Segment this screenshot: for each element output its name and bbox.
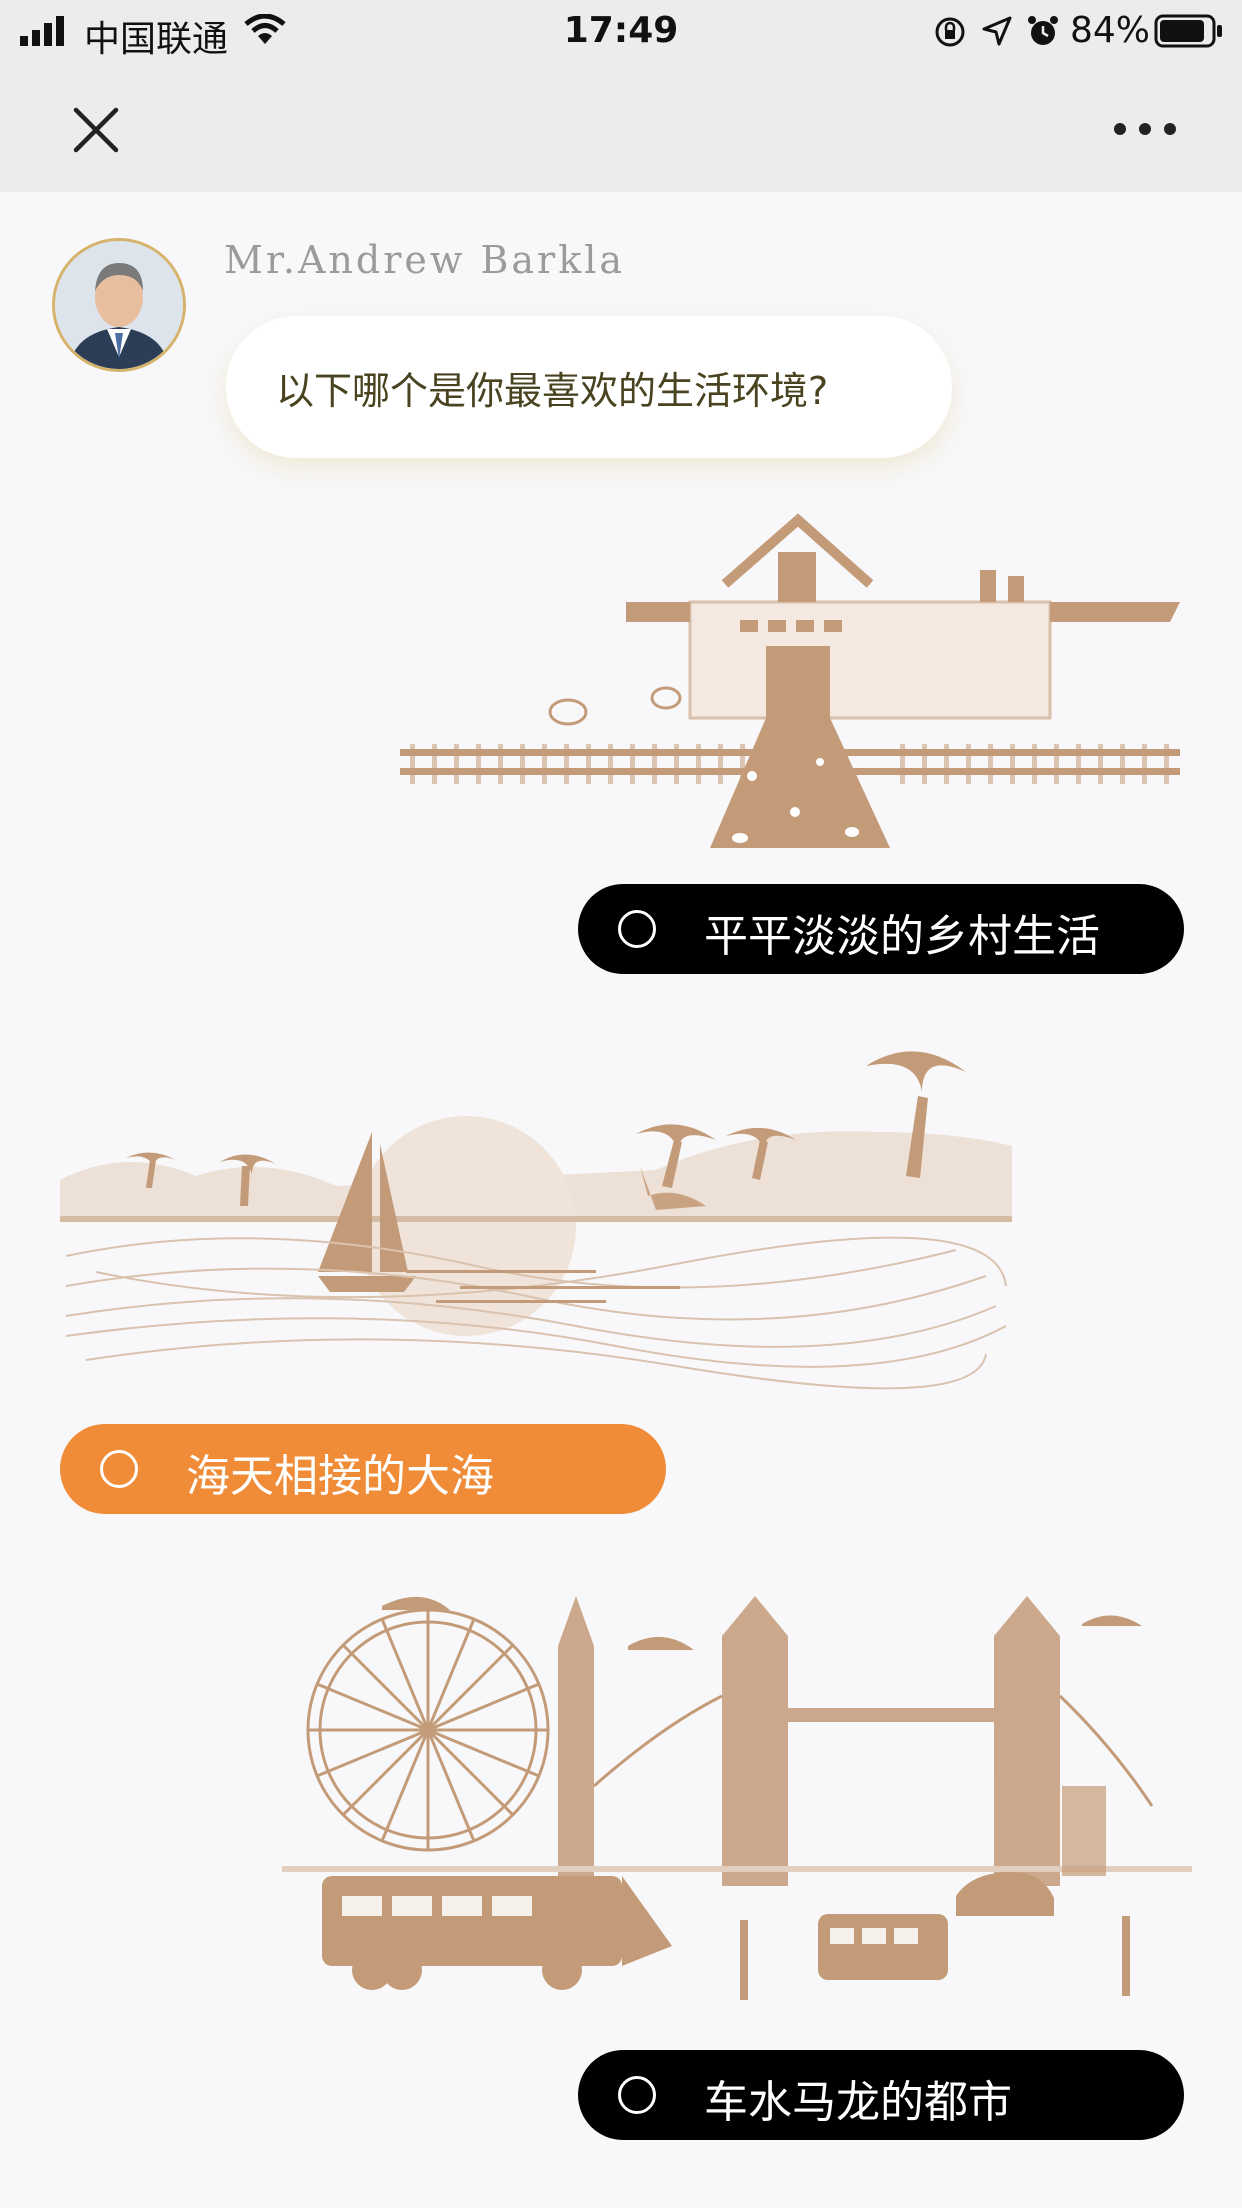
battery-percent: 84% (1070, 10, 1151, 51)
close-button[interactable] (64, 98, 128, 162)
message-bubble: 以下哪个是你最喜欢的生活环境? (226, 316, 952, 458)
battery-icon (1154, 14, 1222, 48)
option-city[interactable]: 车水马龙的都市 (578, 2050, 1184, 2140)
radio-circle-icon (100, 1450, 138, 1488)
orientation-lock-icon (935, 17, 965, 47)
status-bar: 中国联通 17:49 84% (0, 0, 1242, 64)
question-text: 以下哪个是你最喜欢的生活环境? (276, 369, 829, 413)
option-seaside[interactable]: 海天相接的大海 (60, 1424, 666, 1514)
radio-circle-icon (618, 910, 656, 948)
person-portrait-icon (55, 241, 183, 369)
close-icon (73, 107, 119, 153)
alarm-icon (1028, 16, 1058, 45)
nav-bar (0, 64, 1242, 192)
city-london-illustration[interactable] (282, 1576, 1192, 2016)
sender-name: Mr.Andrew Barkla (224, 238, 626, 282)
option-label: 车水马龙的都市 (704, 2077, 1012, 2128)
more-button[interactable] (1110, 104, 1180, 154)
location-icon (982, 16, 1012, 46)
countryside-house-illustration[interactable] (400, 512, 1190, 852)
radio-circle-icon (618, 2076, 656, 2114)
avatar (52, 238, 186, 372)
option-label: 海天相接的大海 (186, 1451, 494, 1502)
more-dots-icon (1114, 123, 1176, 135)
option-countryside[interactable]: 平平淡淡的乡村生活 (578, 884, 1184, 974)
seaside-palm-illustration[interactable] (56, 1036, 1016, 1396)
option-label: 平平淡淡的乡村生活 (704, 911, 1100, 962)
